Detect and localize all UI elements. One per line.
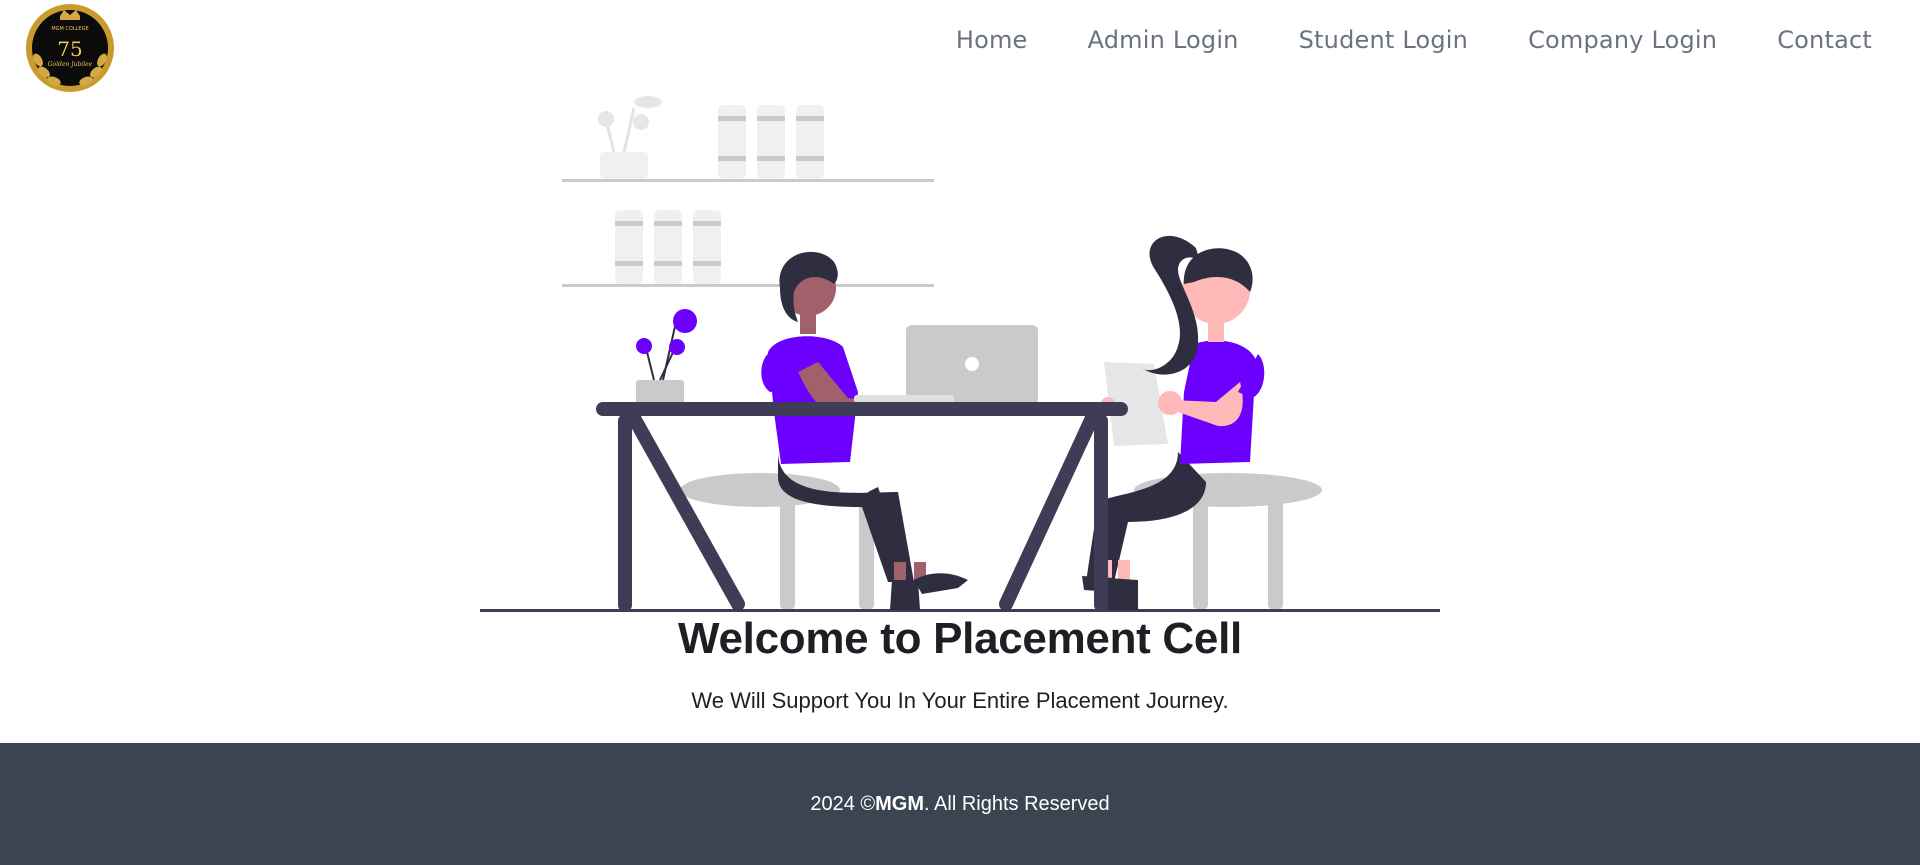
nav-admin-login[interactable]: Admin Login	[1088, 26, 1239, 54]
main-nav: Home Admin Login Student Login Company L…	[896, 26, 1872, 54]
college-emblem-logo[interactable]: MGM COLLEGE 75 Golden Jubilee	[24, 2, 116, 94]
logo-number: 75	[57, 37, 82, 61]
site-header: MGM COLLEGE 75 Golden Jubilee Home Admin…	[0, 0, 1920, 95]
logo-top-text: MGM COLLEGE	[51, 26, 88, 32]
site-footer: 2024 ©MGM. All Rights Reserved	[0, 743, 1920, 865]
hero-subtitle: We Will Support You In Your Entire Place…	[691, 688, 1229, 713]
copyright-year: 2024	[810, 792, 855, 815]
nav-contact[interactable]: Contact	[1777, 26, 1872, 54]
copyright-brand: MGM	[875, 792, 925, 815]
page-title: Welcome to Placement Cell	[678, 614, 1242, 663]
nav-company-login[interactable]: Company Login	[1528, 26, 1717, 54]
copyright-text: 2024 ©MGM. All Rights Reserved	[810, 793, 1109, 816]
person-right	[1082, 235, 1265, 610]
two-people-working-at-desk-illustration	[478, 92, 1442, 614]
nav-home[interactable]: Home	[956, 26, 1028, 54]
logo-script-text: Golden Jubilee	[48, 61, 93, 68]
nav-student-login[interactable]: Student Login	[1299, 26, 1468, 54]
laptop	[854, 325, 1038, 405]
shelf-bottom	[562, 210, 934, 287]
shelf-top	[562, 96, 934, 182]
desk-plant	[636, 309, 697, 404]
copyright-symbol: ©	[860, 792, 876, 815]
copyright-rights: . All Rights Reserved	[924, 792, 1110, 815]
